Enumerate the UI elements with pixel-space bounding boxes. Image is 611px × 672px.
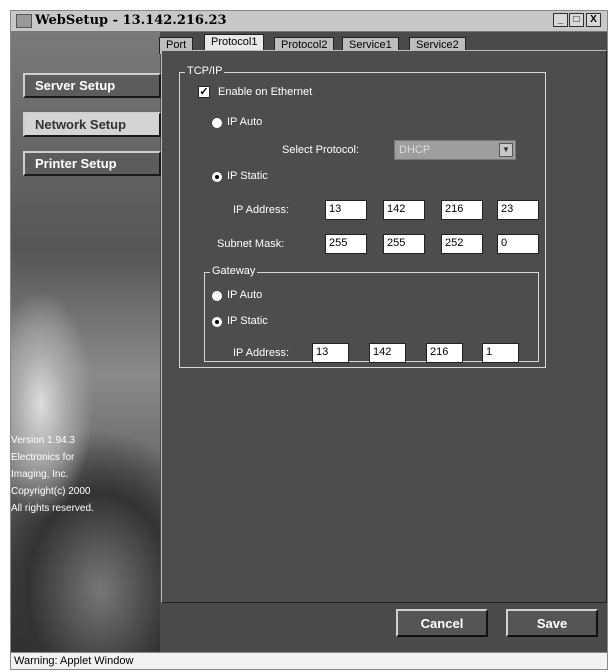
subnet-mask-label: Subnet Mask: — [217, 238, 285, 250]
subnet-mask-octet-3[interactable]: 252 — [441, 234, 483, 254]
gateway-ip-static-label: IP Static — [227, 315, 268, 327]
gateway-group-label: Gateway — [210, 265, 258, 277]
sidebar: Server Setup Network Setup Printer Setup… — [11, 32, 161, 652]
ip-auto-radio[interactable] — [212, 118, 222, 128]
gateway-ip-octet-3[interactable]: 216 — [426, 343, 463, 363]
printer-setup-button[interactable]: Printer Setup — [23, 151, 161, 176]
websetup-window: WebSetup - 13.142.216.23 _ □ X Server Se… — [10, 10, 608, 670]
version-line: All rights reserved. — [11, 503, 94, 514]
version-line: Imaging, Inc. — [11, 469, 69, 480]
enable-ethernet-label: Enable on Ethernet — [218, 86, 313, 98]
chevron-down-icon: ▼ — [499, 143, 513, 157]
select-protocol-dropdown[interactable]: DHCP ▼ — [394, 140, 516, 160]
title-bar[interactable]: WebSetup - 13.142.216.23 _ □ X — [11, 11, 607, 32]
save-button[interactable]: Save — [506, 609, 598, 637]
gateway-ip-auto-label: IP Auto — [227, 289, 263, 301]
version-line: Version 1.94.3 — [11, 435, 75, 446]
version-info: Version 1.94.3 Electronics for Imaging, … — [11, 432, 94, 517]
gateway-ip-static-radio[interactable] — [212, 317, 222, 327]
ip-address-octet-2[interactable]: 142 — [383, 200, 425, 220]
gateway-ip-auto-radio[interactable] — [212, 291, 222, 301]
maximize-button[interactable]: □ — [569, 13, 584, 27]
ip-static-label: IP Static — [227, 170, 268, 182]
ip-address-octet-3[interactable]: 216 — [441, 200, 483, 220]
ip-address-label: IP Address: — [233, 204, 290, 216]
window-title: WebSetup - 13.142.216.23 — [35, 13, 227, 28]
cancel-button[interactable]: Cancel — [396, 609, 488, 637]
select-protocol-value: DHCP — [399, 144, 431, 156]
gateway-ip-octet-2[interactable]: 142 — [369, 343, 406, 363]
subnet-mask-octet-2[interactable]: 255 — [383, 234, 425, 254]
gateway-ip-address-label: IP Address: — [233, 347, 290, 359]
subnet-mask-octet-1[interactable]: 255 — [325, 234, 367, 254]
ip-auto-label: IP Auto — [227, 116, 263, 128]
version-line: Electronics for — [11, 452, 75, 463]
gateway-ip-octet-1[interactable]: 13 — [312, 343, 349, 363]
ip-static-radio[interactable] — [212, 172, 222, 182]
close-button[interactable]: X — [586, 13, 601, 27]
minimize-button[interactable]: _ — [553, 13, 568, 27]
gateway-ip-octet-4[interactable]: 1 — [482, 343, 519, 363]
status-bar: Warning: Applet Window — [11, 652, 607, 669]
tcpip-group-label: TCP/IP — [185, 65, 225, 77]
subnet-mask-octet-4[interactable]: 0 — [497, 234, 539, 254]
protocol1-panel: TCP/IP ✓ Enable on Ethernet IP Auto Sele… — [161, 50, 607, 603]
ip-address-octet-4[interactable]: 23 — [497, 200, 539, 220]
ip-address-octet-1[interactable]: 13 — [325, 200, 367, 220]
enable-ethernet-checkbox[interactable]: ✓ — [198, 86, 210, 98]
select-protocol-label: Select Protocol: — [282, 144, 360, 156]
version-line: Copyright(c) 2000 — [11, 486, 91, 497]
app-icon — [16, 14, 32, 28]
network-setup-button[interactable]: Network Setup — [23, 112, 161, 137]
server-setup-button[interactable]: Server Setup — [23, 73, 161, 98]
